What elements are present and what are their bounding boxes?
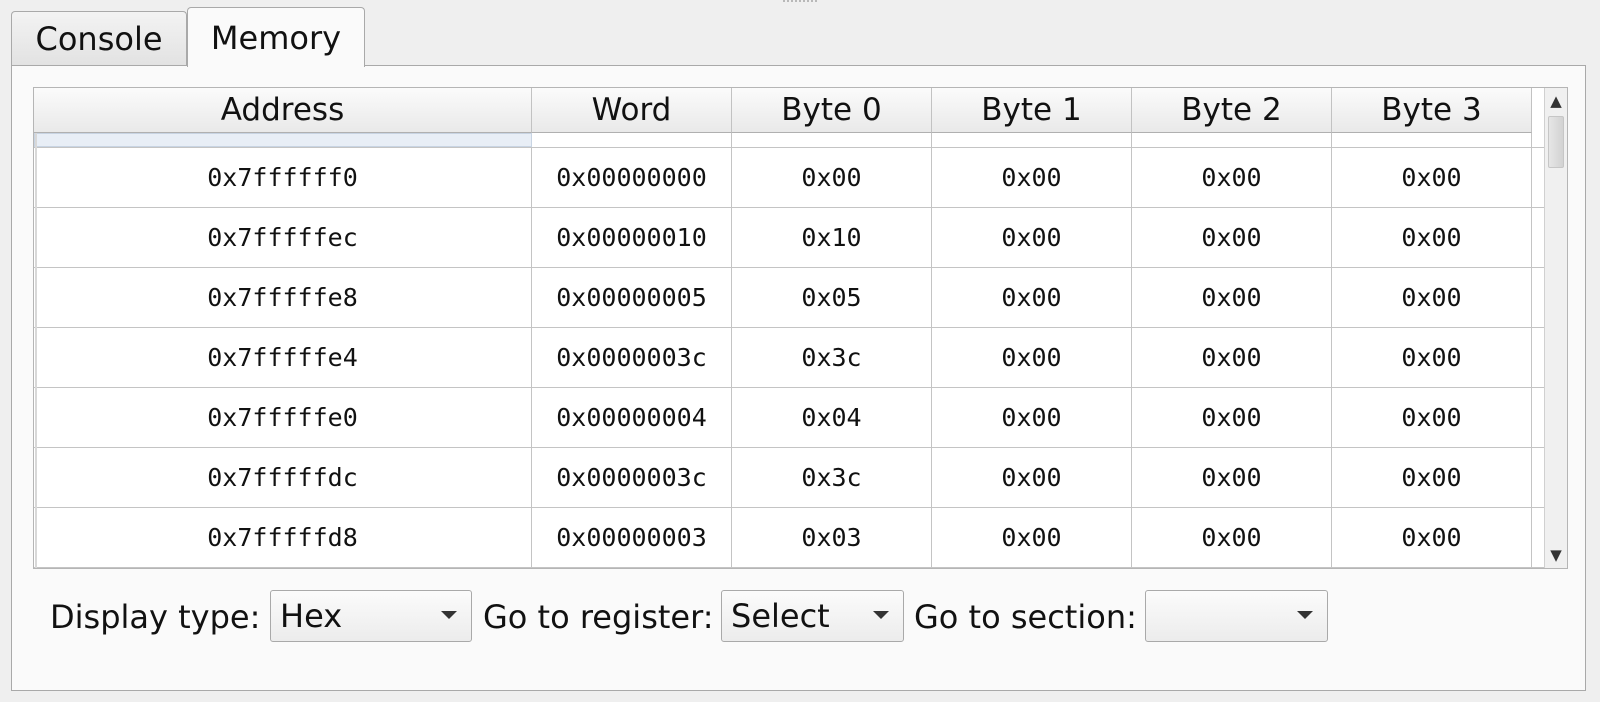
column-header-word[interactable]: Word — [532, 88, 732, 133]
column-header-byte-1[interactable]: Byte 1 — [932, 88, 1132, 133]
byte-0-cell[interactable]: 0x3c — [732, 328, 932, 387]
byte-1-cell[interactable]: 0x00 — [932, 448, 1132, 507]
address-cell[interactable]: 0x7fffffdc — [34, 448, 532, 507]
byte-0-cell[interactable]: 0x03 — [732, 508, 932, 567]
column-header-byte-3[interactable]: Byte 3 — [1332, 88, 1532, 133]
byte-1-cell[interactable]: 0x00 — [932, 148, 1132, 207]
address-cell[interactable]: 0x7fffffe4 — [34, 328, 532, 387]
memory-table: Address Word Byte 0 Byte 1 Byte 2 Byte 3… — [33, 87, 1568, 569]
word-cell[interactable]: 0x00000010 — [532, 208, 732, 267]
scroll-down-button[interactable]: ▼ — [1545, 542, 1567, 568]
memory-panel: Address Word Byte 0 Byte 1 Byte 2 Byte 3… — [11, 65, 1586, 691]
scroll-up-button[interactable]: ▲ — [1545, 88, 1567, 114]
memory-controls: Display type: Hex Go to register: Select… — [12, 590, 1585, 646]
chevron-down-icon — [873, 611, 889, 619]
address-cell[interactable] — [34, 133, 532, 147]
byte-2-cell[interactable]: 0x00 — [1132, 268, 1332, 327]
byte-3-cell[interactable]: 0x00 — [1332, 268, 1532, 327]
word-cell[interactable]: 0x0000003c — [532, 448, 732, 507]
address-cell[interactable]: 0x7fffffec — [34, 208, 532, 267]
byte-0-cell[interactable] — [732, 133, 932, 147]
byte-0-cell[interactable]: 0x05 — [732, 268, 932, 327]
display-type-value: Hex — [280, 597, 343, 635]
address-cell[interactable]: 0x7fffffe0 — [34, 388, 532, 447]
byte-3-cell[interactable]: 0x00 — [1332, 448, 1532, 507]
byte-0-cell[interactable]: 0x10 — [732, 208, 932, 267]
byte-0-cell[interactable]: 0x00 — [732, 148, 932, 207]
byte-0-cell[interactable]: 0x04 — [732, 388, 932, 447]
tab-memory[interactable]: Memory — [187, 7, 365, 67]
address-cell[interactable]: 0x7fffffd8 — [34, 508, 532, 567]
triangle-down-icon: ▼ — [1550, 546, 1562, 564]
byte-3-cell[interactable]: 0x00 — [1332, 148, 1532, 207]
word-cell[interactable]: 0x00000000 — [532, 148, 732, 207]
byte-1-cell[interactable]: 0x00 — [932, 508, 1132, 567]
display-type-label: Display type: — [50, 598, 261, 636]
go-to-section-label: Go to section: — [914, 598, 1137, 636]
triangle-up-icon: ▲ — [1550, 92, 1562, 110]
word-cell[interactable]: 0x00000003 — [532, 508, 732, 567]
byte-3-cell[interactable]: 0x00 — [1332, 328, 1532, 387]
table-row[interactable]: 0x7fffffdc 0x0000003c 0x3c 0x00 0x00 0x0… — [34, 448, 1545, 508]
chevron-down-icon — [1297, 611, 1313, 619]
go-to-section-select[interactable] — [1145, 590, 1328, 642]
go-to-register-select[interactable]: Select — [721, 590, 904, 642]
byte-2-cell[interactable]: 0x00 — [1132, 208, 1332, 267]
byte-2-cell[interactable]: 0x00 — [1132, 388, 1332, 447]
byte-1-cell[interactable]: 0x00 — [932, 268, 1132, 327]
tab-console-label: Console — [35, 20, 163, 58]
byte-2-cell[interactable]: 0x00 — [1132, 148, 1332, 207]
chevron-down-icon — [441, 611, 457, 619]
tab-memory-label: Memory — [210, 18, 342, 57]
word-cell[interactable]: 0x00000004 — [532, 388, 732, 447]
column-header-address[interactable]: Address — [34, 88, 532, 133]
address-cell[interactable]: 0x7ffffff0 — [34, 148, 532, 207]
byte-2-cell[interactable] — [1132, 133, 1332, 147]
table-row-partial[interactable] — [34, 133, 1545, 148]
column-header-byte-2[interactable]: Byte 2 — [1132, 88, 1332, 133]
go-to-register-value: Select — [731, 597, 830, 635]
column-header-byte-0[interactable]: Byte 0 — [732, 88, 932, 133]
scrollbar-thumb[interactable] — [1548, 116, 1564, 168]
byte-3-cell[interactable] — [1332, 133, 1532, 147]
table-body: 0x7ffffff0 0x00000000 0x00 0x00 0x00 0x0… — [34, 133, 1545, 568]
word-cell[interactable] — [532, 133, 732, 147]
byte-3-cell[interactable]: 0x00 — [1332, 508, 1532, 567]
table-row[interactable]: 0x7fffffd8 0x00000003 0x03 0x00 0x00 0x0… — [34, 508, 1545, 568]
byte-1-cell[interactable]: 0x00 — [932, 328, 1132, 387]
byte-1-cell[interactable]: 0x00 — [932, 208, 1132, 267]
byte-3-cell[interactable]: 0x00 — [1332, 388, 1532, 447]
byte-3-cell[interactable]: 0x00 — [1332, 208, 1532, 267]
byte-0-cell[interactable]: 0x3c — [732, 448, 932, 507]
address-cell[interactable]: 0x7fffffe8 — [34, 268, 532, 327]
table-left-edge — [35, 133, 37, 568]
table-row[interactable]: 0x7fffffe0 0x00000004 0x04 0x00 0x00 0x0… — [34, 388, 1545, 448]
byte-2-cell[interactable]: 0x00 — [1132, 448, 1332, 507]
table-row[interactable]: 0x7fffffec 0x00000010 0x10 0x00 0x00 0x0… — [34, 208, 1545, 268]
word-cell[interactable]: 0x0000003c — [532, 328, 732, 387]
tab-console[interactable]: Console — [11, 11, 187, 66]
splitter-grip[interactable] — [783, 0, 817, 7]
go-to-register-label: Go to register: — [483, 598, 714, 636]
display-type-select[interactable]: Hex — [270, 590, 472, 642]
byte-2-cell[interactable]: 0x00 — [1132, 328, 1332, 387]
vertical-scrollbar[interactable]: ▲ ▼ — [1544, 88, 1567, 568]
table-row[interactable]: 0x7ffffff0 0x00000000 0x00 0x00 0x00 0x0… — [34, 148, 1545, 208]
table-row[interactable]: 0x7fffffe8 0x00000005 0x05 0x00 0x00 0x0… — [34, 268, 1545, 328]
table-header: Address Word Byte 0 Byte 1 Byte 2 Byte 3 — [34, 88, 1545, 133]
word-cell[interactable]: 0x00000005 — [532, 268, 732, 327]
table-row[interactable]: 0x7fffffe4 0x0000003c 0x3c 0x00 0x00 0x0… — [34, 328, 1545, 388]
byte-1-cell[interactable]: 0x00 — [932, 388, 1132, 447]
byte-2-cell[interactable]: 0x00 — [1132, 508, 1332, 567]
byte-1-cell[interactable] — [932, 133, 1132, 147]
